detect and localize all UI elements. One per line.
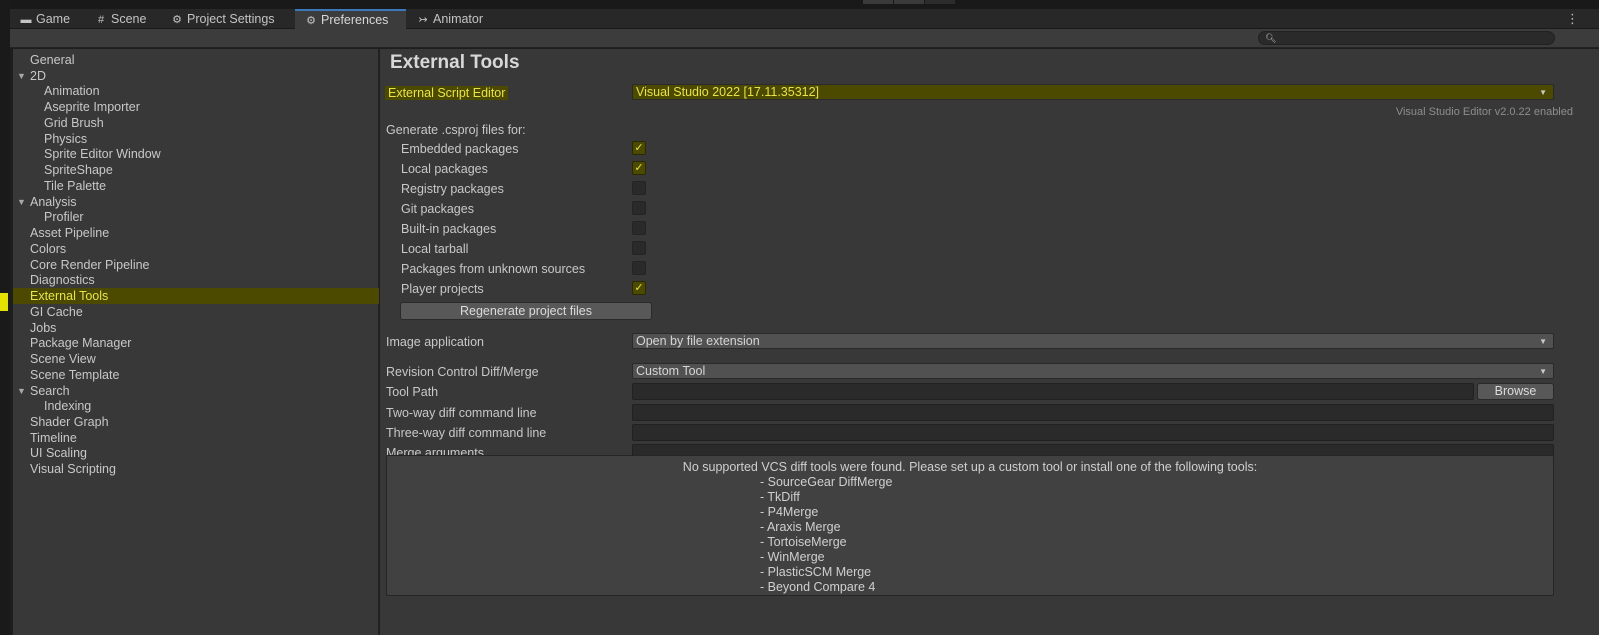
preferences-content: External Tools External Script Editor Vi… — [380, 49, 1599, 635]
sidebar-item-profiler[interactable]: Profiler — [13, 209, 379, 225]
tab-project-settings[interactable]: ⚙ Project Settings — [161, 9, 283, 29]
revision-control-dropdown[interactable]: Custom Tool ▼ — [632, 363, 1554, 379]
help-tool-item: - P4Merge — [760, 505, 819, 519]
sidebar-item-tile-palette[interactable]: Tile Palette — [13, 178, 379, 194]
image-app-dropdown[interactable]: Open by file extension ▼ — [632, 333, 1554, 349]
script-editor-label: External Script Editor — [385, 85, 509, 101]
option-label: Player projects — [401, 282, 484, 296]
sidebar-item-analysis[interactable]: ▼ Analysis — [13, 194, 379, 210]
sidebar-item-grid-brush[interactable]: Grid Brush — [13, 115, 379, 131]
tab-scene[interactable]: # Scene — [85, 9, 154, 29]
help-tool-item: - TortoiseMerge — [760, 535, 847, 549]
gear-icon: ⚙ — [172, 14, 182, 26]
expand-arrow-icon[interactable]: ▼ — [17, 383, 26, 399]
search-row: 🔍︎ — [10, 29, 1599, 48]
built-in-packages-checkbox[interactable] — [632, 221, 646, 235]
vcs-help-box: No supported VCS diff tools were found. … — [386, 455, 1554, 596]
sidebar-item-package-manager[interactable]: Package Manager — [13, 335, 379, 351]
gamepad-icon: ▬ — [20, 14, 32, 26]
option-label: Git packages — [401, 202, 474, 216]
sidebar-item-external-tools[interactable]: External Tools — [13, 288, 379, 304]
help-tool-item: - Araxis Merge — [760, 520, 841, 534]
tool-path-input[interactable] — [632, 383, 1474, 400]
expand-arrow-icon[interactable]: ▼ — [17, 68, 26, 84]
script-editor-dropdown[interactable]: Visual Studio 2022 [17.11.35312] ▼ — [632, 84, 1554, 100]
tool-path-label: Tool Path — [386, 385, 439, 399]
embedded-packages-checkbox[interactable]: ✓ — [632, 141, 646, 155]
search-icon: 🔍︎ — [1265, 33, 1277, 43]
sidebar-item-diagnostics[interactable]: Diagnostics — [13, 272, 379, 288]
sidebar-item-jobs[interactable]: Jobs — [13, 320, 379, 336]
tab-game[interactable]: ▬ Game — [10, 9, 78, 29]
option-label: Local tarball — [401, 242, 469, 256]
sidebar-item-timeline[interactable]: Timeline — [13, 430, 379, 446]
option-label: Built-in packages — [401, 222, 497, 236]
help-tool-item: - Beyond Compare 4 — [760, 580, 876, 594]
sidebar-item-general[interactable]: General — [13, 52, 379, 68]
sidebar-item-2d[interactable]: ▼ 2D — [13, 68, 379, 84]
chevron-down-icon: ▼ — [1539, 88, 1547, 97]
two-way-diff-label: Two-way diff command line — [386, 406, 537, 420]
sidebar-item-spriteshape[interactable]: SpriteShape — [13, 162, 379, 178]
csproj-heading: Generate .csproj files for: — [386, 123, 526, 137]
checkmark-icon: ✓ — [634, 162, 644, 174]
sidebar-item-scene-view[interactable]: Scene View — [13, 351, 379, 367]
sidebar-item-sprite-editor-window[interactable]: Sprite Editor Window — [13, 146, 379, 162]
search-input[interactable]: 🔍︎ — [1258, 31, 1555, 45]
checkmark-icon: ✓ — [634, 282, 644, 294]
sidebar-item-colors[interactable]: Colors — [13, 241, 379, 257]
option-label: Embedded packages — [401, 142, 519, 156]
chevron-down-icon: ▼ — [1539, 337, 1547, 346]
registry-packages-checkbox[interactable] — [632, 181, 646, 195]
sidebar-item-visual-scripting[interactable]: Visual Scripting — [13, 461, 379, 477]
unknown-sources-checkbox[interactable] — [632, 261, 646, 275]
three-way-diff-label: Three-way diff command line — [386, 426, 547, 440]
sidebar-item-core-render-pipeline[interactable]: Core Render Pipeline — [13, 257, 379, 273]
tab-animator[interactable]: ↣ Animator — [407, 9, 491, 29]
animator-icon: ↣ — [418, 14, 428, 26]
sidebar-item-indexing[interactable]: Indexing — [13, 398, 379, 414]
git-packages-checkbox[interactable] — [632, 201, 646, 215]
preferences-sidebar: General ▼ 2D Animation Aseprite Importer … — [13, 49, 379, 635]
three-way-diff-input[interactable] — [632, 424, 1554, 441]
gear-icon: ⚙ — [306, 15, 316, 27]
browse-button[interactable]: Browse — [1477, 383, 1554, 400]
help-tool-item: - WinMerge — [760, 550, 825, 564]
sidebar-item-animation[interactable]: Animation — [13, 83, 379, 99]
sidebar-item-asset-pipeline[interactable]: Asset Pipeline — [13, 225, 379, 241]
image-app-label: Image application — [386, 335, 484, 349]
help-tool-item: - TkDiff — [760, 490, 800, 504]
help-tool-item: - SourceGear DiffMerge — [760, 475, 893, 489]
script-editor-status: Visual Studio Editor v2.0.22 enabled — [1395, 106, 1573, 118]
top-strip — [0, 0, 1599, 9]
regenerate-project-files-button[interactable]: Regenerate project files — [400, 302, 652, 320]
tab-preferences[interactable]: ⚙ Preferences — [295, 9, 406, 29]
grid-icon: # — [97, 14, 105, 26]
more-options-icon[interactable]: ⋮ — [1566, 9, 1579, 29]
sidebar-item-scene-template[interactable]: Scene Template — [13, 367, 379, 383]
expand-arrow-icon[interactable]: ▼ — [17, 194, 26, 210]
option-label: Packages from unknown sources — [401, 262, 586, 276]
local-packages-checkbox[interactable]: ✓ — [632, 161, 646, 175]
checkmark-icon: ✓ — [634, 142, 644, 154]
page-title: External Tools — [390, 52, 520, 73]
player-projects-checkbox[interactable]: ✓ — [632, 281, 646, 295]
two-way-diff-input[interactable] — [632, 404, 1554, 421]
sidebar-item-aseprite-importer[interactable]: Aseprite Importer — [13, 99, 379, 115]
option-label: Registry packages — [401, 182, 504, 196]
tab-bar: ▬ Game # Scene ⚙ Project Settings ⚙ Preferen… — [10, 9, 1599, 29]
sidebar-item-shader-graph[interactable]: Shader Graph — [13, 414, 379, 430]
left-dock-edge — [0, 0, 10, 635]
local-tarball-checkbox[interactable] — [632, 241, 646, 255]
sidebar-item-search[interactable]: ▼ Search — [13, 383, 379, 399]
help-heading: No supported VCS diff tools were found. … — [682, 460, 1258, 474]
option-label: Local packages — [401, 162, 488, 176]
selection-marker — [0, 293, 8, 311]
sidebar-item-gi-cache[interactable]: GI Cache — [13, 304, 379, 320]
sidebar-item-ui-scaling[interactable]: UI Scaling — [13, 445, 379, 461]
sidebar-item-physics[interactable]: Physics — [13, 131, 379, 147]
revision-control-label: Revision Control Diff/Merge — [386, 365, 539, 379]
chevron-down-icon: ▼ — [1539, 367, 1547, 376]
help-tool-item: - PlasticSCM Merge — [760, 565, 872, 579]
